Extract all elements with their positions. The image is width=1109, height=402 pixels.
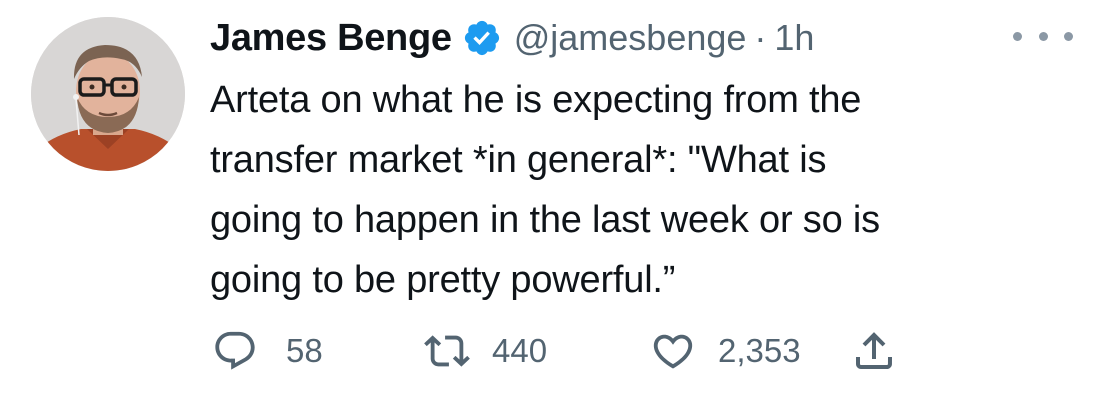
avatar-image — [31, 17, 185, 171]
avatar[interactable] — [31, 17, 185, 171]
like-button[interactable]: 2,353 — [650, 322, 801, 380]
more-dot — [1064, 31, 1073, 41]
header-separator: · — [754, 17, 767, 58]
tweet-header: James Benge @jamesbenge · 1h — [210, 14, 814, 62]
more-dot — [1013, 31, 1022, 41]
reply-count: 58 — [286, 332, 323, 369]
share-button[interactable] — [850, 322, 898, 380]
share-icon — [856, 332, 892, 369]
retweet-icon — [424, 335, 470, 367]
heart-icon — [653, 334, 693, 369]
author-handle[interactable]: @jamesbenge — [514, 17, 747, 59]
tweet-actions: 58 440 2,353 — [210, 322, 970, 380]
tweet-card[interactable]: James Benge @jamesbenge · 1h Arteta on w… — [0, 0, 1109, 402]
tweet-timestamp[interactable]: 1h — [774, 17, 814, 59]
like-count: 2,353 — [718, 332, 801, 369]
tweet-text: Arteta on what he is expecting from the … — [210, 79, 880, 301]
retweet-count: 440 — [492, 332, 548, 369]
reply-icon — [215, 331, 255, 370]
more-dot — [1038, 31, 1048, 41]
more-options-icon[interactable] — [1013, 24, 1073, 48]
retweet-button[interactable]: 440 — [424, 322, 547, 380]
reply-button[interactable]: 58 — [212, 322, 323, 380]
verified-badge-icon — [462, 18, 502, 58]
author-name[interactable]: James Benge — [210, 17, 452, 60]
